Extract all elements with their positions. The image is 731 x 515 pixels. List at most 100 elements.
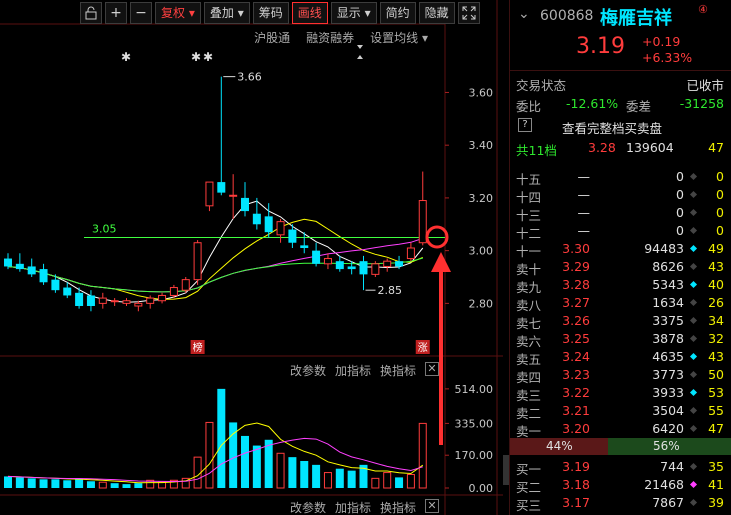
huanzhibiao-link-bottom[interactable]: 换指标 bbox=[380, 499, 416, 515]
xianshi-dropdown[interactable]: 显示 ▾ bbox=[330, 2, 377, 24]
buy-depth-row[interactable]: 买三 3.17 7867 39 bbox=[510, 494, 731, 513]
candle-body bbox=[217, 182, 226, 193]
stock-name: 梅雁吉祥 bbox=[600, 8, 672, 29]
depth-volume: 3933 bbox=[652, 385, 684, 400]
sell-depth-row[interactable]: 十五 —0 0 bbox=[510, 168, 731, 187]
sell-depth-row[interactable]: 卖六 3.25 3878 32 bbox=[510, 330, 731, 349]
volume-bar bbox=[276, 452, 285, 489]
fuquan-dropdown[interactable]: 复权 ▾ bbox=[155, 2, 201, 24]
sell-depth-row[interactable]: 卖五 3.24 4635 43 bbox=[510, 348, 731, 367]
hugutong-link[interactable]: 沪股通 bbox=[254, 29, 290, 46]
stock-badge: ④ bbox=[698, 3, 708, 16]
ma-settings-link[interactable]: 设置均线 ▾ bbox=[370, 29, 428, 46]
event-star-icon: ✱ bbox=[203, 50, 213, 64]
candle-body bbox=[15, 263, 24, 270]
depth-volume: 21468 bbox=[644, 477, 684, 492]
full-depth-row[interactable]: ? 查看完整档买卖盘 bbox=[510, 117, 731, 137]
volume-bar bbox=[241, 435, 249, 488]
rongzi-link[interactable]: 融资融券 bbox=[306, 29, 354, 46]
candle-body bbox=[395, 261, 404, 267]
price-tick-label: 3.00 bbox=[469, 245, 494, 258]
bang-tag: 榜 bbox=[193, 341, 203, 354]
depth-volume: 0 bbox=[676, 187, 684, 202]
depth-count: 41 bbox=[708, 477, 724, 492]
huaxian-button[interactable]: 画线 bbox=[291, 2, 328, 24]
volume-tick-label: 170.00 bbox=[455, 449, 494, 462]
depth-count: 0 bbox=[716, 205, 724, 220]
volume-bar bbox=[15, 477, 24, 488]
depth-count: 32 bbox=[708, 331, 724, 346]
lock-icon[interactable] bbox=[80, 2, 102, 24]
chouma-button[interactable]: 筹码 bbox=[252, 2, 289, 24]
depth-volume: 7867 bbox=[652, 495, 684, 510]
xianshi-label: 显示 bbox=[336, 6, 361, 20]
buy-depth-row[interactable]: 买二 3.18 21468 41 bbox=[510, 476, 731, 495]
sell-depth-row[interactable]: 卖一 3.20 6420 47 bbox=[510, 420, 731, 439]
total-price: 3.28 bbox=[588, 140, 616, 155]
sort-arrows-icon bbox=[357, 45, 363, 59]
sell-depth-row[interactable]: 十一 3.30 94483 49 bbox=[510, 240, 731, 259]
chevron-down-icon[interactable]: ⌄ bbox=[518, 6, 530, 22]
volume-bar bbox=[312, 464, 321, 488]
full-depth-link[interactable]: 查看完整档买卖盘 bbox=[562, 118, 662, 137]
depth-volume: 3504 bbox=[652, 403, 684, 418]
depth-marker-icon bbox=[689, 316, 698, 325]
price-tick-label: 3.60 bbox=[469, 86, 494, 99]
candle-body bbox=[276, 221, 285, 236]
jianyue-button[interactable]: 简约 bbox=[379, 2, 416, 24]
price-tick-label: 3.40 bbox=[469, 139, 494, 152]
huanzhibiao-link[interactable]: 换指标 bbox=[380, 362, 416, 379]
volume-bar bbox=[217, 388, 226, 488]
depth-marker-icon bbox=[689, 226, 698, 235]
gaicanshu-link-bottom[interactable]: 改参数 bbox=[290, 499, 326, 515]
sell-depth-row[interactable]: 十二 —0 0 bbox=[510, 222, 731, 241]
depth-count: 0 bbox=[716, 223, 724, 238]
depth-volume: 6420 bbox=[652, 421, 684, 436]
depth-price: 3.17 bbox=[562, 495, 590, 510]
candle-body bbox=[383, 260, 392, 267]
expand-icon[interactable] bbox=[457, 2, 480, 24]
sell-depth-row[interactable]: 十四 —0 0 bbox=[510, 186, 731, 205]
help-icon[interactable]: ? bbox=[518, 118, 532, 132]
sell-depth-row[interactable]: 十三 —0 0 bbox=[510, 204, 731, 223]
volume-bar bbox=[323, 472, 332, 489]
depth-count: 34 bbox=[708, 313, 724, 328]
sell-depth-row[interactable]: 卖三 3.22 3933 53 bbox=[510, 384, 731, 403]
kline-chart-area[interactable]: 3.60 3.40 3.20 3.00 2.80 514.00 335.00 170.00 0.… bbox=[0, 0, 503, 515]
weibi-value: -12.61% bbox=[566, 96, 619, 111]
candle-body bbox=[264, 216, 273, 233]
volume-bar bbox=[252, 445, 261, 488]
close-icon[interactable]: ✕ bbox=[425, 362, 439, 376]
depth-price: — bbox=[577, 169, 591, 184]
jiazhibiao-link[interactable]: 加指标 bbox=[335, 362, 371, 379]
sell-depth-row[interactable]: 卖十 3.29 8626 43 bbox=[510, 258, 731, 277]
event-star-icon: ✱ bbox=[121, 50, 131, 64]
sell-depth-row[interactable]: 卖八 3.27 1634 26 bbox=[510, 294, 731, 313]
sell-depth-row[interactable]: 卖七 3.26 3375 34 bbox=[510, 312, 731, 331]
depth-price: 3.22 bbox=[562, 385, 590, 400]
gaicanshu-link[interactable]: 改参数 bbox=[290, 362, 326, 379]
yincang-button[interactable]: 隐藏 bbox=[418, 2, 455, 24]
depth-count: 0 bbox=[716, 169, 724, 184]
volume-bar bbox=[193, 456, 202, 489]
total-label: 共11档 bbox=[516, 143, 557, 158]
jiazhibiao-link-bottom[interactable]: 加指标 bbox=[335, 499, 371, 515]
close-icon-bottom[interactable]: ✕ bbox=[425, 499, 439, 513]
zoom-out-button[interactable]: − bbox=[130, 2, 152, 24]
zoom-in-button[interactable]: + bbox=[105, 2, 127, 24]
ratio-left: 44% bbox=[546, 439, 573, 453]
candle-body bbox=[51, 279, 60, 291]
sell-depth-row[interactable]: 卖四 3.23 3773 50 bbox=[510, 366, 731, 385]
candle-body bbox=[75, 292, 84, 306]
buy-depth-row[interactable]: 买一 3.19 744 35 bbox=[510, 458, 731, 477]
depth-volume: 3878 bbox=[652, 331, 684, 346]
depth-marker-icon bbox=[689, 462, 698, 471]
depth-marker-icon bbox=[689, 172, 698, 181]
candle-body bbox=[241, 197, 249, 212]
depth-marker-icon bbox=[689, 334, 698, 343]
indicator-bar: 改参数 加指标 换指标 ✕ bbox=[290, 362, 439, 379]
candle-body bbox=[193, 242, 202, 281]
sell-depth-row[interactable]: 卖九 3.28 5343 40 bbox=[510, 276, 731, 295]
sell-depth-row[interactable]: 卖二 3.21 3504 55 bbox=[510, 402, 731, 421]
diejia-dropdown[interactable]: 叠加 ▾ bbox=[203, 2, 250, 24]
